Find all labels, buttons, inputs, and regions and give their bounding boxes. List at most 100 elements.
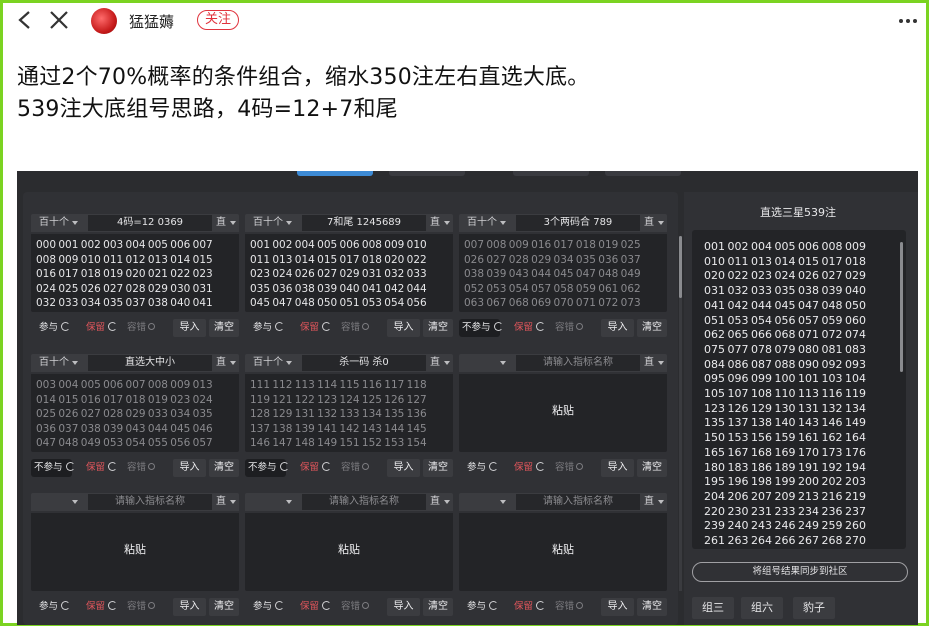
participate-toggle[interactable]: 参与 — [245, 598, 286, 616]
paste-hint[interactable]: 粘贴 — [31, 543, 239, 558]
tolerance-toggle[interactable]: 容错 — [555, 319, 599, 337]
mode-select[interactable]: 直 — [428, 214, 453, 232]
card-numbers-area[interactable]: 粘贴 — [459, 513, 667, 591]
back-arrow-icon[interactable] — [15, 10, 35, 30]
position-select[interactable]: 百十个 — [31, 214, 88, 232]
position-select[interactable]: 百十个 — [31, 354, 88, 372]
participate-toggle[interactable]: 参与 — [459, 459, 500, 477]
paste-hint[interactable]: 粘贴 — [245, 543, 453, 558]
tolerance-toggle[interactable]: 容错 — [341, 319, 385, 337]
indicator-name-input[interactable]: 直选大中小 — [88, 355, 212, 371]
app-top-tab-active[interactable] — [297, 171, 373, 176]
clear-button[interactable]: 清空 — [423, 319, 453, 337]
position-select[interactable]: 百十个 — [245, 214, 302, 232]
mode-select[interactable]: 直 — [428, 354, 453, 372]
keep-toggle[interactable]: 保留 — [294, 598, 336, 616]
indicator-name-input[interactable]: 4码=12 0369 — [88, 215, 212, 231]
card-numbers-area[interactable]: 粘贴 — [459, 374, 667, 452]
mode-select[interactable]: 直 — [642, 354, 667, 372]
author-name[interactable]: 猛猛薅 — [129, 11, 174, 32]
indicator-name-input[interactable]: 杀一码 杀0 — [302, 355, 426, 371]
keep-toggle[interactable]: 保留 — [80, 459, 122, 477]
result-numbers-box[interactable]: 001 002 004 005 006 008 009 010 011 013 … — [692, 230, 906, 549]
clear-button[interactable]: 清空 — [423, 598, 453, 616]
tolerance-toggle[interactable]: 容错 — [555, 598, 599, 616]
group-six-button[interactable]: 组六 — [741, 597, 783, 619]
tolerance-toggle[interactable]: 容错 — [341, 598, 385, 616]
import-button[interactable]: 导入 — [601, 319, 634, 337]
indicator-name-input[interactable]: 请输入指标名称 — [516, 355, 640, 371]
follow-button[interactable]: 关注 — [197, 10, 240, 30]
keep-toggle[interactable]: 保留 — [80, 598, 122, 616]
clear-button[interactable]: 清空 — [209, 598, 239, 616]
position-select[interactable] — [459, 354, 516, 372]
mode-select[interactable]: 直 — [214, 354, 239, 372]
participate-toggle[interactable]: 不参与 — [31, 459, 75, 477]
close-icon[interactable] — [48, 10, 70, 30]
participate-toggle[interactable]: 参与 — [459, 598, 500, 616]
clear-button[interactable]: 清空 — [423, 459, 453, 477]
clear-button[interactable]: 清空 — [637, 598, 667, 616]
paste-hint[interactable]: 粘贴 — [459, 543, 667, 558]
participate-toggle[interactable]: 参与 — [31, 319, 72, 337]
card-numbers-area[interactable]: 111 112 113 114 115 116 117 118 119 121 … — [245, 374, 453, 452]
app-top-tab[interactable] — [389, 171, 465, 176]
card-numbers-area[interactable]: 007 008 009 016 017 018 019 025 026 027 … — [459, 234, 667, 312]
import-button[interactable]: 导入 — [387, 598, 420, 616]
participate-toggle[interactable]: 参与 — [245, 319, 286, 337]
card-numbers-area[interactable]: 003 004 005 006 007 008 009 013 014 015 … — [31, 374, 239, 452]
mode-select[interactable]: 直 — [428, 493, 453, 511]
indicator-name-input[interactable]: 请输入指标名称 — [516, 494, 640, 510]
card-numbers-area[interactable]: 粘贴 — [245, 513, 453, 591]
indicator-name-input[interactable]: 3个两码合 789 — [516, 215, 640, 231]
sync-to-community-button[interactable]: 将组号结果同步到社区 — [692, 562, 908, 582]
app-top-tab[interactable] — [513, 171, 589, 176]
participate-toggle[interactable]: 不参与 — [459, 319, 503, 337]
import-button[interactable]: 导入 — [387, 459, 420, 477]
keep-toggle[interactable]: 保留 — [508, 459, 550, 477]
more-options-icon[interactable] — [898, 18, 918, 24]
indicator-name-input[interactable]: 请输入指标名称 — [302, 494, 426, 510]
position-select[interactable] — [245, 493, 302, 511]
tolerance-toggle[interactable]: 容错 — [555, 459, 599, 477]
keep-toggle[interactable]: 保留 — [294, 319, 336, 337]
mode-select[interactable]: 直 — [214, 493, 239, 511]
mode-select[interactable]: 直 — [214, 214, 239, 232]
app-top-tab[interactable] — [605, 171, 681, 176]
mode-select[interactable]: 直 — [642, 214, 667, 232]
keep-toggle[interactable]: 保留 — [294, 459, 336, 477]
card-numbers-area[interactable]: 000 001 002 003 004 005 006 007 008 009 … — [31, 234, 239, 312]
clear-button[interactable]: 清空 — [209, 459, 239, 477]
position-select[interactable] — [31, 493, 88, 511]
card-numbers-area[interactable]: 001 002 004 005 006 008 009 010 011 013 … — [245, 234, 453, 312]
keep-toggle[interactable]: 保留 — [80, 319, 122, 337]
position-select[interactable] — [459, 493, 516, 511]
mode-select[interactable]: 直 — [642, 493, 667, 511]
avatar[interactable] — [91, 8, 117, 34]
tolerance-toggle[interactable]: 容错 — [127, 598, 171, 616]
keep-toggle[interactable]: 保留 — [508, 319, 550, 337]
result-scrollbar-thumb[interactable] — [900, 242, 903, 372]
clear-button[interactable]: 清空 — [637, 459, 667, 477]
tolerance-toggle[interactable]: 容错 — [127, 319, 171, 337]
panel-scrollbar-thumb[interactable] — [679, 236, 682, 298]
import-button[interactable]: 导入 — [601, 459, 634, 477]
tolerance-toggle[interactable]: 容错 — [127, 459, 171, 477]
group-three-button[interactable]: 组三 — [692, 597, 734, 619]
keep-toggle[interactable]: 保留 — [508, 598, 550, 616]
paste-hint[interactable]: 粘贴 — [459, 404, 667, 419]
import-button[interactable]: 导入 — [387, 319, 420, 337]
clear-button[interactable]: 清空 — [637, 319, 667, 337]
leopard-button[interactable]: 豹子 — [793, 597, 835, 619]
indicator-name-input[interactable]: 7和尾 1245689 — [302, 215, 426, 231]
clear-button[interactable]: 清空 — [209, 319, 239, 337]
participate-toggle[interactable]: 参与 — [31, 598, 72, 616]
import-button[interactable]: 导入 — [173, 598, 206, 616]
indicator-name-input[interactable]: 请输入指标名称 — [88, 494, 212, 510]
import-button[interactable]: 导入 — [173, 319, 206, 337]
import-button[interactable]: 导入 — [601, 598, 634, 616]
card-numbers-area[interactable]: 粘贴 — [31, 513, 239, 591]
tolerance-toggle[interactable]: 容错 — [341, 459, 385, 477]
position-select[interactable]: 百十个 — [459, 214, 516, 232]
participate-toggle[interactable]: 不参与 — [245, 459, 289, 477]
